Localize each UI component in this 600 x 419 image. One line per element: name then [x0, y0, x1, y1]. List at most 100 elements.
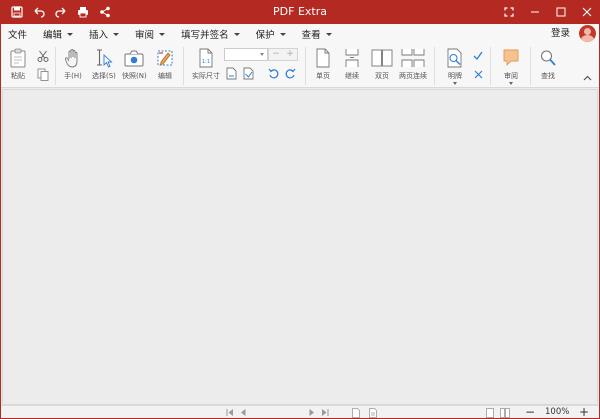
- ribbon-separator: [530, 47, 531, 85]
- two-page-continuous-icon: [401, 49, 425, 67]
- review-button[interactable]: 审阅: [502, 48, 520, 85]
- chevron-down-icon: [325, 32, 332, 36]
- actual-size-icon: 1:1: [199, 48, 213, 68]
- menu-label: 保护: [255, 30, 275, 41]
- chevron-up-icon: [583, 75, 592, 81]
- fit-width-icon: [243, 67, 254, 80]
- paste-label: 粘贴: [11, 72, 25, 80]
- first-page-button[interactable]: [226, 408, 234, 419]
- status-bar: − 100% +: [0, 405, 600, 419]
- last-page-button[interactable]: [321, 408, 329, 419]
- svg-text:1:1: 1:1: [202, 59, 210, 65]
- next-page-button[interactable]: [309, 408, 315, 419]
- two-page-continuous-button[interactable]: 两页连续: [399, 48, 427, 81]
- zoom-out-button[interactable]: −: [272, 49, 280, 60]
- redact-button[interactable]: 明牌: [446, 48, 464, 85]
- find-button[interactable]: 查找: [539, 48, 557, 81]
- copy-icon: [37, 68, 49, 81]
- actual-size-label: 实际尺寸: [192, 72, 220, 80]
- two-page-button[interactable]: 双页: [371, 48, 393, 81]
- undo-icon[interactable]: [28, 0, 50, 24]
- snapshot-button[interactable]: 快照(N): [122, 48, 147, 81]
- maximize-icon[interactable]: [548, 0, 574, 24]
- zoom-dropdown[interactable]: [224, 48, 268, 61]
- two-page-label: 双页: [375, 72, 389, 80]
- chevron-down-icon: [159, 32, 166, 36]
- edit-icon: [157, 50, 173, 66]
- page-list-button[interactable]: [369, 408, 377, 419]
- menu-review[interactable]: 审阅: [135, 27, 166, 41]
- menu-file[interactable]: 文件: [8, 27, 27, 41]
- single-page-label: 单页: [316, 72, 330, 80]
- zoom-in-button[interactable]: +: [286, 49, 294, 60]
- menu-label: 文件: [8, 30, 28, 41]
- single-view-icon: [486, 408, 494, 418]
- title-bar: PDF Extra: [0, 0, 600, 24]
- zoom-in-status-button[interactable]: +: [579, 405, 589, 419]
- close-icon[interactable]: [574, 0, 600, 24]
- menu-view[interactable]: 查看: [302, 27, 332, 41]
- edit-label: 编辑: [158, 72, 172, 80]
- continuous-icon: [345, 49, 359, 67]
- login-link[interactable]: 登录: [551, 24, 570, 44]
- previous-page-button[interactable]: [240, 408, 246, 419]
- discard-button[interactable]: [474, 70, 483, 79]
- menu-protect[interactable]: 保护: [256, 27, 286, 41]
- cut-button[interactable]: [37, 50, 49, 62]
- zoom-out-status-button[interactable]: −: [525, 405, 535, 419]
- copy-button[interactable]: [37, 68, 49, 81]
- page-thumbnail-button[interactable]: [352, 408, 360, 419]
- document-viewport[interactable]: [2, 89, 598, 405]
- fit-page-icon: [226, 67, 237, 80]
- double-view-button[interactable]: [500, 408, 510, 419]
- paste-button[interactable]: 粘贴: [9, 48, 27, 81]
- fullscreen-icon[interactable]: [496, 0, 522, 24]
- previous-page-icon: [241, 409, 246, 416]
- select-tool-button[interactable]: 选择(S): [92, 48, 116, 81]
- snapshot-label: 快照(N): [122, 72, 147, 80]
- menu-label: 插入: [89, 30, 109, 41]
- edit-button[interactable]: 编辑: [155, 48, 175, 81]
- rotate-left-icon: [268, 68, 279, 79]
- collapse-ribbon-button[interactable]: [583, 73, 592, 84]
- redo-icon[interactable]: [50, 0, 72, 24]
- hand-label: 手(H): [64, 72, 82, 80]
- ribbon-separator: [490, 47, 491, 85]
- ribbon-separator: [55, 47, 56, 85]
- apply-button[interactable]: [473, 51, 483, 60]
- chevron-down-icon: [233, 32, 240, 36]
- menu-insert[interactable]: 插入: [89, 27, 120, 41]
- single-view-button[interactable]: [486, 408, 494, 419]
- next-page-icon: [309, 409, 314, 416]
- page-icon: [352, 408, 360, 418]
- avatar[interactable]: [579, 25, 596, 42]
- fit-page-button[interactable]: [226, 67, 237, 80]
- minimize-icon[interactable]: [522, 0, 548, 24]
- rotate-left-button[interactable]: [268, 68, 279, 79]
- two-page-icon: [371, 49, 393, 67]
- clipboard-icon: [10, 48, 26, 68]
- fit-width-button[interactable]: [243, 67, 254, 80]
- share-icon[interactable]: [94, 0, 116, 24]
- save-icon[interactable]: [6, 0, 28, 24]
- page-list-icon: [369, 408, 377, 418]
- menu-edit[interactable]: 编辑: [43, 27, 74, 41]
- chevron-down-icon: [509, 82, 513, 85]
- redact-icon: [447, 48, 462, 68]
- continuous-button[interactable]: 继续: [344, 48, 360, 81]
- zoom-level: 100%: [545, 407, 570, 417]
- chevron-down-icon: [279, 32, 286, 36]
- single-page-icon: [316, 48, 330, 68]
- actual-size-button[interactable]: 1:1 实际尺寸: [192, 48, 220, 81]
- text-select-icon: [96, 49, 113, 68]
- close-icon: [474, 70, 483, 79]
- hand-tool-button[interactable]: 手(H): [64, 48, 82, 81]
- rotate-right-button[interactable]: [285, 68, 296, 79]
- single-page-button[interactable]: 单页: [316, 48, 330, 81]
- last-page-icon: [322, 409, 329, 416]
- ribbon-separator: [305, 47, 306, 85]
- quick-access-toolbar: [0, 0, 116, 24]
- menu-label: 审阅: [135, 30, 155, 41]
- menu-fill-sign[interactable]: 填写并签名: [181, 27, 240, 41]
- print-icon[interactable]: [72, 0, 94, 24]
